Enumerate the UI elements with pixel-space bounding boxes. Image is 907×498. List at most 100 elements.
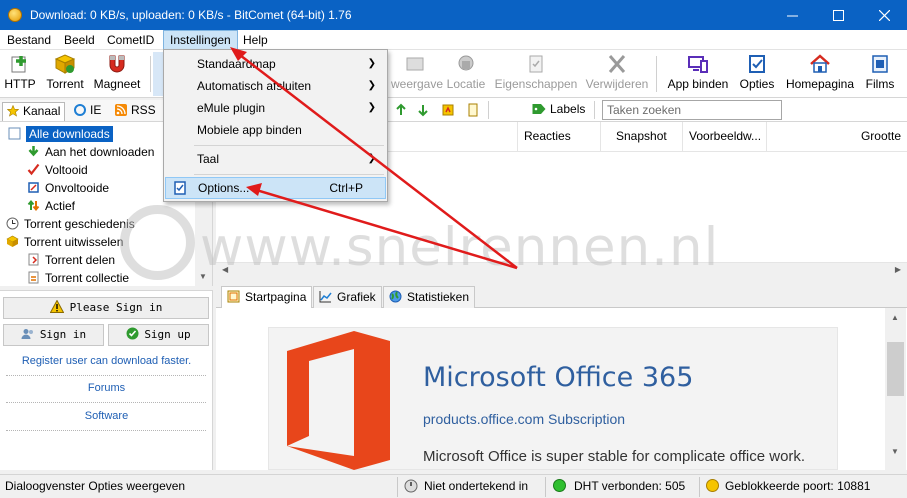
tab-ie[interactable]: IE bbox=[70, 102, 105, 121]
office-logo-icon bbox=[287, 331, 390, 470]
task-search-input[interactable]: Taken zoeken bbox=[602, 100, 782, 120]
tree-item-torrent-share[interactable]: Torrent delen bbox=[27, 251, 115, 269]
tree-item-completed[interactable]: Voltooid bbox=[27, 161, 88, 179]
torrent-button[interactable]: Torrent bbox=[43, 52, 87, 96]
tree-item-active[interactable]: Actief bbox=[27, 197, 75, 215]
incomplete-icon bbox=[28, 182, 39, 193]
memo-icon[interactable] bbox=[466, 103, 480, 117]
menu-help[interactable]: Help bbox=[237, 30, 274, 50]
divider bbox=[6, 402, 206, 403]
tree-item-incomplete[interactable]: Onvoltooide bbox=[27, 179, 109, 197]
ad-title[interactable]: Microsoft Office 365 bbox=[423, 362, 693, 393]
list-icon bbox=[8, 127, 21, 140]
scroll-down-icon[interactable]: ▼ bbox=[891, 447, 899, 456]
menu-bestand[interactable]: Bestand bbox=[1, 30, 57, 50]
status-message: Dialoogvenster Opties weergeven bbox=[5, 479, 186, 493]
tab-kanaal[interactable]: Kanaal bbox=[2, 102, 66, 121]
options-button[interactable]: Opties bbox=[738, 52, 776, 96]
menu-item-emule-plugin[interactable]: eMule plugin ❯ bbox=[165, 97, 386, 119]
priority-icon[interactable] bbox=[441, 103, 455, 117]
chart-icon bbox=[319, 291, 332, 303]
tree-item-downloading[interactable]: Aan het downloaden bbox=[27, 143, 154, 161]
tab-rss[interactable]: RSS bbox=[111, 102, 160, 121]
tree-item-torrent-collection[interactable]: Torrent collectie bbox=[27, 269, 129, 287]
remove-label: Verwijderen bbox=[585, 77, 649, 91]
folder-location-icon bbox=[458, 55, 474, 71]
devices-icon bbox=[688, 56, 708, 73]
label-tag-icon bbox=[532, 104, 546, 114]
options-shortcut: Ctrl+P bbox=[329, 181, 363, 195]
sign-in-panel: Please Sign in Sign in Sign up Register … bbox=[0, 290, 213, 470]
yellow-dot-icon bbox=[706, 479, 719, 492]
submenu-arrow-icon: ❯ bbox=[367, 80, 376, 91]
labels-button[interactable]: Labels bbox=[532, 102, 585, 116]
column-header-reacties[interactable]: Reacties bbox=[517, 122, 600, 152]
task-list-hscrollbar[interactable]: ◀ ▶ bbox=[216, 262, 907, 279]
start-page-vscrollbar[interactable]: ▲ ▼ bbox=[885, 308, 906, 470]
location-label: Locatie bbox=[446, 77, 486, 91]
properties-label: Eigenschappen bbox=[494, 77, 578, 91]
submenu-arrow-icon: ❯ bbox=[367, 153, 376, 164]
menu-item-language[interactable]: Taal ❯ bbox=[165, 148, 386, 170]
column-header-preview[interactable]: Voorbeeldw... bbox=[682, 122, 766, 152]
rss-icon bbox=[115, 104, 127, 116]
menu-separator bbox=[194, 145, 384, 146]
magnet-button[interactable]: Magneet bbox=[92, 52, 142, 96]
tree-item-torrent-history[interactable]: Torrent geschiedenis bbox=[6, 215, 135, 233]
properties-button[interactable]: Eigenschappen bbox=[494, 52, 578, 96]
options-label: Opties bbox=[739, 77, 775, 91]
register-promo-link[interactable]: Register user can download faster. bbox=[0, 355, 213, 367]
menu-beeld[interactable]: Beeld bbox=[58, 30, 101, 50]
delete-x-icon bbox=[608, 55, 626, 73]
menu-item-bind-mobile-app[interactable]: Mobiele app binden bbox=[165, 119, 386, 141]
detail-tabs: Startpagina Grafiek Statistieken bbox=[216, 284, 907, 309]
toolbar-hidden-button[interactable] bbox=[153, 52, 163, 96]
move-down-icon[interactable] bbox=[416, 103, 430, 117]
signin-status: Niet ondertekend in bbox=[404, 479, 528, 493]
start-page-icon bbox=[227, 290, 240, 303]
preview-button[interactable]: weergave bbox=[391, 52, 443, 96]
menu-instellingen[interactable]: Instellingen bbox=[163, 30, 238, 50]
tab-startpagina[interactable]: Startpagina bbox=[221, 286, 313, 309]
sign-in-button[interactable]: Sign in bbox=[3, 324, 104, 346]
move-up-icon[interactable] bbox=[394, 103, 408, 117]
location-button[interactable]: Locatie bbox=[445, 52, 487, 96]
column-header-grootte[interactable]: Grootte bbox=[766, 122, 907, 152]
scroll-thumb[interactable] bbox=[887, 342, 904, 396]
submenu-arrow-icon: ❯ bbox=[367, 58, 376, 69]
forums-link[interactable]: Forums bbox=[0, 382, 213, 394]
sign-up-button[interactable]: Sign up bbox=[108, 324, 209, 346]
remove-button[interactable]: Verwijderen bbox=[585, 52, 649, 96]
bind-app-button[interactable]: App binden bbox=[665, 52, 731, 96]
scroll-up-icon[interactable]: ▲ bbox=[891, 313, 899, 322]
http-button[interactable]: HTTP bbox=[4, 52, 36, 96]
films-button[interactable]: Films bbox=[863, 52, 897, 96]
minimize-icon[interactable] bbox=[769, 0, 815, 30]
tree-item-all-downloads[interactable]: Alle downloads bbox=[8, 125, 113, 143]
scroll-down-icon[interactable]: ▼ bbox=[199, 272, 207, 281]
ad-subtitle[interactable]: products.office.com Subscription bbox=[423, 411, 625, 427]
properties-icon bbox=[529, 55, 543, 73]
exchange-icon bbox=[6, 235, 19, 247]
menu-item-options[interactable]: Options... Ctrl+P bbox=[165, 177, 386, 199]
tree-item-torrent-exchange[interactable]: Torrent uitwisselen bbox=[6, 233, 123, 251]
column-header-snapshot[interactable]: Snapshot bbox=[600, 122, 682, 152]
window-title: Download: 0 KB/s, uploaden: 0 KB/s - Bit… bbox=[30, 8, 352, 22]
scroll-right-icon[interactable]: ▶ bbox=[895, 265, 901, 274]
menu-cometid[interactable]: CometID bbox=[101, 30, 160, 50]
films-label: Films bbox=[865, 77, 895, 91]
maximize-icon[interactable] bbox=[815, 0, 861, 30]
scroll-left-icon[interactable]: ◀ bbox=[222, 265, 228, 274]
software-link[interactable]: Software bbox=[0, 410, 213, 422]
tab-grafiek[interactable]: Grafiek bbox=[313, 286, 382, 308]
check-circle-icon bbox=[126, 327, 139, 340]
tab-statistieken[interactable]: Statistieken bbox=[383, 286, 476, 308]
users-icon bbox=[21, 327, 35, 339]
close-icon[interactable] bbox=[861, 0, 907, 30]
torrent-label: Torrent bbox=[46, 77, 84, 91]
menu-item-default-folder[interactable]: Standaardmap ❯ bbox=[165, 53, 386, 75]
instellingen-dropdown: Standaardmap ❯ Automatisch afsluiten ❯ eMu… bbox=[163, 49, 388, 202]
homepage-button[interactable]: Homepagina bbox=[783, 52, 857, 96]
up-down-arrows-icon bbox=[27, 199, 40, 212]
menu-item-auto-shutdown[interactable]: Automatisch afsluiten ❯ bbox=[165, 75, 386, 97]
